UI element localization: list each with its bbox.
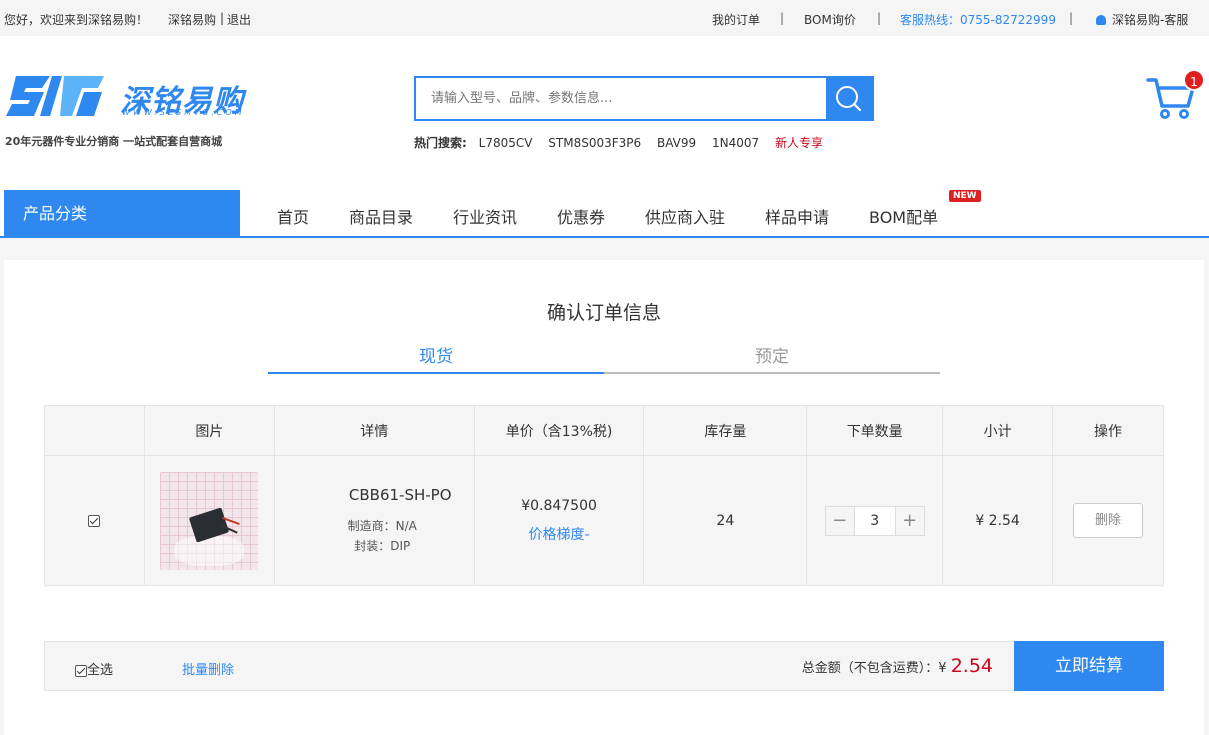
cart-table: 图片 详情 单价（含13%税) 库存量 下单数量 小计 操作 CBB61-SH-…: [44, 405, 1164, 586]
table-row: CBB61-SH-PO 制造商：N/A 封装：DIP ¥0.847500 价格梯…: [44, 455, 1164, 586]
select-all-label: 全选: [87, 663, 114, 678]
nav-item-home[interactable]: 首页: [277, 204, 309, 228]
service-icon: [1096, 15, 1106, 25]
nav-item-supplier[interactable]: 供应商入驻: [645, 204, 725, 228]
header: 深铭易购 WWW.SZSMYG.COM 20年元器件专业分销商 一站式配套自营商…: [0, 36, 1209, 188]
cart-count-badge: 1: [1183, 69, 1205, 91]
welcome-text: 您好，欢迎来到深铭易购！: [4, 13, 149, 27]
hot-search-row: 热门搜索: L7805CV STM8S003F3P6 BAV99 1N4007 …: [414, 134, 823, 151]
select-all-checkbox[interactable]: [75, 664, 87, 677]
search-input[interactable]: [416, 78, 826, 119]
quantity-input[interactable]: 3: [853, 506, 896, 535]
decrement-button[interactable]: −: [825, 506, 854, 535]
manufacturer-value: N/A: [395, 518, 417, 533]
top-bar: 您好，欢迎来到深铭易购！ 深铭易购 | 退出 我的订单 | BOM询价 | 客服…: [0, 0, 1209, 36]
select-all[interactable]: 全选: [75, 659, 113, 678]
column-header: 图片: [143, 405, 275, 456]
tab-in-stock[interactable]: 现货: [268, 342, 604, 367]
hot-keyword[interactable]: STM8S003F3P6: [548, 136, 641, 150]
increment-button[interactable]: +: [895, 506, 924, 535]
column-header: [44, 405, 145, 456]
search-button[interactable]: [826, 78, 872, 119]
username-link[interactable]: 深铭易购: [168, 11, 216, 28]
logo-url: WWW.SZSMYG.COM: [122, 108, 245, 117]
nav-item-catalog[interactable]: 商品目录: [349, 204, 413, 228]
column-header: 操作: [1052, 405, 1164, 456]
hot-keyword[interactable]: L7805CV: [479, 136, 533, 150]
bom-inquiry-link[interactable]: BOM询价: [804, 11, 856, 28]
customer-service-link[interactable]: 深铭易购-客服: [1096, 11, 1188, 28]
manufacturer-label: 制造商：: [347, 518, 396, 533]
search-icon: [836, 86, 862, 112]
checkout-button[interactable]: 立即结算: [1014, 641, 1164, 691]
part-number[interactable]: CBB61-SH-PO: [291, 486, 474, 504]
my-orders-link[interactable]: 我的订单: [712, 11, 760, 28]
page-title: 确认订单信息: [546, 302, 661, 324]
total-label: 总金额（不包含运费）：: [801, 661, 939, 676]
order-confirm-panel: 确认订单信息 现货 预定 图片 详情 单价（含13%税) 库存量 下单数量 小计…: [4, 260, 1204, 735]
column-header: 库存量: [643, 405, 808, 456]
price-tier-link[interactable]: 价格梯度-: [475, 524, 644, 544]
unit-price: ¥0.847500: [521, 497, 597, 514]
nav-item-news[interactable]: 行业资讯: [453, 204, 517, 228]
product-category-button[interactable]: 产品分类: [4, 190, 240, 238]
total-amount: 总金额（不包含运费）：¥ 2.54: [802, 655, 993, 677]
delete-button[interactable]: 删除: [1073, 503, 1143, 538]
tab-pre-order[interactable]: 预定: [604, 342, 940, 367]
topbar-divider: |: [780, 11, 785, 25]
currency-symbol: ¥: [938, 661, 951, 676]
nav-item-samples[interactable]: 样品申请: [765, 204, 829, 228]
nav-item-coupons[interactable]: 优惠券: [557, 204, 605, 228]
logo-icon[interactable]: [6, 74, 104, 118]
logout-link[interactable]: 退出: [227, 11, 251, 28]
column-header: 单价（含13%税): [473, 405, 645, 456]
total-value: 2.54: [950, 655, 993, 677]
hotline-text: 客服热线：0755-82722999: [900, 13, 1056, 27]
column-header: 下单数量: [806, 405, 944, 456]
package-value: DIP: [390, 538, 411, 553]
tab-indicator-inactive: [604, 372, 940, 374]
slogan: 20年元器件专业分销商 一站式配套自营商城: [5, 135, 223, 148]
table-header-row: 图片 详情 单价（含13%税) 库存量 下单数量 小计 操作: [44, 405, 1164, 456]
subtotal: ¥ 2.54: [942, 455, 1054, 586]
topbar-divider: |: [1069, 11, 1074, 25]
tab-indicator-active: [268, 372, 604, 374]
topbar-separator: |: [220, 11, 225, 25]
stock-quantity: 24: [643, 455, 808, 586]
quantity-stepper: − 3 +: [824, 505, 925, 536]
row-checkbox[interactable]: [88, 514, 101, 527]
batch-delete-link[interactable]: 批量删除: [182, 659, 234, 678]
product-image[interactable]: [160, 471, 259, 570]
hot-search-label: 热门搜索:: [414, 136, 467, 150]
column-header: 详情: [273, 405, 475, 456]
new-badge: NEW: [949, 190, 981, 202]
topbar-divider: |: [877, 11, 882, 25]
column-header: 小计: [942, 405, 1054, 456]
new-user-offer-link[interactable]: 新人专享: [775, 136, 823, 150]
order-footer: 全选 批量删除 总金额（不包含运费）：¥ 2.54 立即结算: [44, 641, 1164, 691]
package-label: 封装：: [354, 538, 391, 553]
search-box: [414, 76, 874, 121]
customer-service-label: 深铭易购-客服: [1112, 13, 1189, 27]
hot-keyword[interactable]: 1N4007: [712, 136, 759, 150]
main-nav: 产品分类 首页 商品目录 行业资讯 优惠券 供应商入驻 样品申请 BOM配单 N…: [0, 188, 1209, 238]
hot-keyword[interactable]: BAV99: [657, 136, 696, 150]
nav-item-bom[interactable]: BOM配单: [869, 204, 938, 228]
